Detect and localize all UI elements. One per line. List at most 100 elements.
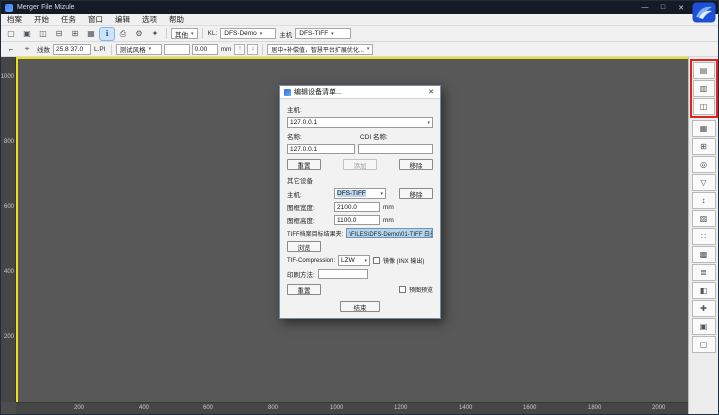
h-ruler-tick: 400 (139, 405, 149, 411)
mm-unit-label: mm (220, 46, 233, 53)
tiff-folder-path[interactable]: \FILES\DFS-Demo\01-TIFF 白墨输出文件 (346, 228, 433, 238)
dialog-close-icon[interactable]: ✕ (426, 88, 436, 96)
empty-slot-icon[interactable]: ▢ (692, 336, 716, 353)
preview-checkbox-label: 预图预览 (409, 285, 433, 294)
hatch-mark-icon[interactable]: ▨ (692, 210, 716, 227)
marks-panel: ▤ ▥ ◫ ▦ ⊞ ◎ ▽ ↕ ▨ ∷ ▩ ≣ ◧ ✚ ▣ ▢ (688, 57, 718, 414)
dot-pattern-icon[interactable]: ∷ (692, 228, 716, 245)
reset-device-button[interactable]: 重置 (287, 284, 321, 295)
grid-mark-icon[interactable]: ▦ (692, 120, 716, 137)
color-bar-icon[interactable]: ▤ (693, 62, 715, 79)
qr-mark-icon[interactable]: ▣ (692, 318, 716, 335)
preview-checkbox[interactable] (399, 286, 406, 293)
menu-edit[interactable]: 编辑 (109, 14, 136, 25)
printer-icon[interactable]: ⎙ (116, 28, 130, 40)
frame-width-label: 图框宽度: (287, 202, 331, 212)
name-field[interactable]: 127.0.0.1 (287, 144, 355, 154)
edit-device-list-dialog: 编辑设备清单... ✕ 主机: 127.0.0.1 名称: CDI 名称: 12… (279, 85, 441, 319)
triangle-mark-icon[interactable]: ▽ (692, 174, 716, 191)
h-ruler-tick: 1200 (394, 405, 407, 411)
sheet-grid-icon[interactable]: ▦ (84, 28, 98, 40)
tif-compression-label: TIF-Compression: (287, 258, 335, 264)
name-label: 名称: (287, 131, 357, 141)
menu-window[interactable]: 窗口 (82, 14, 109, 25)
frame-height-field[interactable]: 1100.0 (334, 215, 380, 225)
app-icon (5, 4, 13, 12)
menu-file[interactable]: 档案 (1, 14, 28, 25)
device-host-label: 主机: (287, 189, 331, 199)
alignment-preset-dropdown[interactable]: 居中+补偿值，智慧平台扩展优化... (267, 44, 373, 55)
hot-folder-icon[interactable]: ⊟ (52, 28, 66, 40)
menu-options[interactable]: 选项 (136, 14, 163, 25)
save-icon[interactable]: ◫ (36, 28, 50, 40)
test-style-dropdown[interactable]: 测试风格 (116, 44, 162, 55)
nudge-down-button[interactable]: ↓ (247, 44, 258, 55)
dialog-icon (284, 89, 291, 96)
h-ruler-tick: 1000 (330, 405, 343, 411)
settings-icon[interactable]: ⚙ (132, 28, 146, 40)
v-ruler-tick: 800 (4, 139, 14, 145)
host-section-label: 主机: (287, 104, 433, 114)
frame-width-field[interactable]: 2100.0 (334, 202, 380, 212)
device-host-select[interactable]: DFS-TIFF (334, 188, 386, 199)
new-job-icon[interactable]: ▢ (4, 28, 18, 40)
app-window: Merger File Mizule — □ ✕ 档案 开始 任务 窗口 编辑 … (0, 0, 719, 415)
minimize-button[interactable]: — (638, 4, 652, 11)
h-ruler-tick: 2000 (652, 405, 665, 411)
halftone-icon[interactable]: ◧ (692, 282, 716, 299)
menu-start[interactable]: 开始 (28, 14, 55, 25)
add-button[interactable]: 添加 (343, 159, 377, 170)
density-patch-icon[interactable]: ▩ (692, 246, 716, 263)
dialog-title: 编辑设备清单... (294, 87, 342, 97)
device-remove-button[interactable]: 移除 (399, 188, 433, 199)
kl-label: KL: (207, 30, 219, 37)
v-ruler-tick: 600 (4, 204, 14, 210)
ruling-unit-label: L.PI (93, 46, 107, 53)
corner-mark-icon[interactable]: ⌐ (4, 43, 18, 55)
menu-help[interactable]: 帮助 (163, 14, 190, 25)
open-job-icon[interactable]: ▣ (20, 28, 34, 40)
info-icon[interactable]: ℹ (100, 28, 114, 40)
cross-mark-icon[interactable]: ✚ (692, 300, 716, 317)
plate-mark-icon[interactable]: ◫ (693, 98, 715, 115)
nudge-up-button[interactable]: ↑ (234, 44, 245, 55)
host-dropdown[interactable]: DFS-TIFF (295, 28, 351, 39)
mirror-checkbox[interactable] (373, 257, 380, 264)
print-method-field[interactable] (318, 269, 368, 279)
barcode-icon[interactable]: ▥ (693, 80, 715, 97)
text-lines-icon[interactable]: ≣ (692, 264, 716, 281)
offset-x-input[interactable] (164, 44, 190, 55)
screen-ruling-value[interactable]: 25.8 37.0 (53, 44, 91, 55)
h-ruler-tick: 200 (74, 405, 84, 411)
h-ruler-tick: 600 (203, 405, 213, 411)
arrow-mark-icon[interactable]: ↕ (692, 192, 716, 209)
position-mark-icon[interactable]: ⌖ (20, 43, 34, 55)
crop-mark-icon[interactable]: ⊞ (692, 138, 716, 155)
h-ruler-tick: 1800 (588, 405, 601, 411)
other-dropdown[interactable]: 其他 (171, 28, 198, 39)
v-ruler-tick: 200 (4, 334, 14, 340)
secondary-toolbar: ⌐ ⌖ 线数 25.8 37.0 L.PI 测试风格 0.00 mm ↑ ↓ 居… (1, 42, 718, 57)
kl-dropdown[interactable]: DFS-Demo (220, 28, 276, 39)
remove-button[interactable]: 移除 (399, 159, 433, 170)
registration-target-icon[interactable]: ◎ (692, 156, 716, 173)
close-button[interactable]: ✕ (674, 4, 688, 12)
finish-button[interactable]: 结束 (340, 301, 380, 312)
marks-highlight-group: ▤ ▥ ◫ (690, 59, 718, 118)
reset-button[interactable]: 重置 (287, 159, 321, 170)
tools-icon[interactable]: ✦ (148, 28, 162, 40)
offset-y-input[interactable]: 0.00 (192, 44, 218, 55)
height-unit-label: mm (383, 217, 394, 224)
browse-button[interactable]: 浏览 (287, 241, 321, 252)
menu-tasks[interactable]: 任务 (55, 14, 82, 25)
h-ruler-tick: 800 (268, 405, 278, 411)
v-ruler-tick: 1000 (1, 74, 14, 80)
horizontal-ruler: 200 400 600 800 1000 1200 1400 1600 1800… (16, 402, 688, 414)
maximize-button[interactable]: □ (656, 4, 670, 11)
compression-select[interactable]: LZW (338, 255, 370, 266)
dialog-title-bar[interactable]: 编辑设备清单... ✕ (280, 86, 440, 99)
layout-icon[interactable]: ⊞ (68, 28, 82, 40)
host-select[interactable]: 127.0.0.1 (287, 117, 433, 128)
cdi-name-field[interactable] (358, 144, 433, 154)
mirror-checkbox-label: 镜像 (INX 输出) (383, 256, 424, 265)
